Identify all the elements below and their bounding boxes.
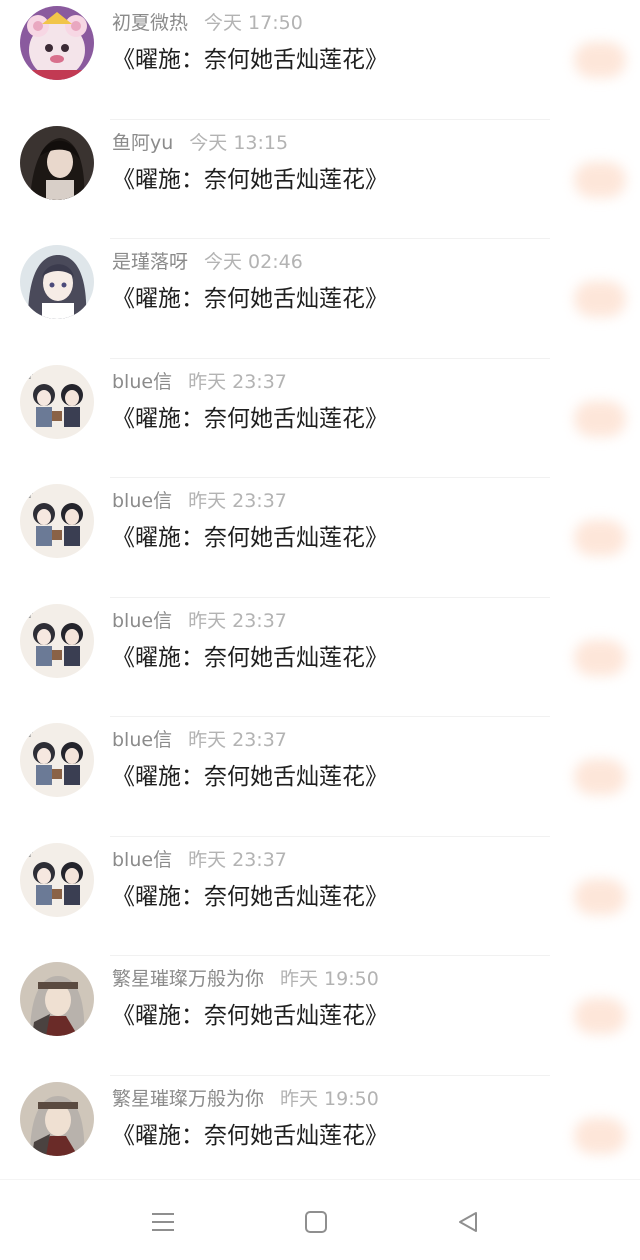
timestamp: 昨天 23:37 (188, 490, 287, 512)
timestamp: 昨天 19:50 (280, 968, 379, 990)
username[interactable]: blue信 (112, 610, 172, 632)
reward-badge[interactable] (574, 639, 626, 676)
reward-badge[interactable] (574, 400, 626, 437)
home-icon[interactable] (296, 1202, 336, 1242)
timestamp: 昨天 23:37 (188, 848, 287, 871)
timestamp: 昨天 23:37 (188, 609, 287, 632)
timestamp: 今天 17:50 (204, 12, 303, 34)
username[interactable]: 繁星璀璨万般为你 (112, 968, 264, 990)
message-meta: 是瑾落呀 今天 02:46 (112, 249, 303, 275)
list-item[interactable]: ♪ blue信 昨天 23:37 《曜施：奈何她舌灿莲花》 (0, 837, 640, 956)
message-text[interactable]: 《曜施：奈何她舌灿莲花》 (112, 1120, 388, 1152)
reward-badge[interactable] (574, 42, 626, 78)
svg-text:♪: ♪ (28, 611, 34, 621)
message-text[interactable]: 《曜施：奈何她舌灿莲花》 (112, 522, 388, 554)
avatar[interactable] (20, 245, 94, 319)
list-item[interactable]: 繁星璀璨万般为你 昨天 19:50 《曜施：奈何她舌灿莲花》 (0, 1076, 640, 1181)
username[interactable]: 初夏微热 (112, 12, 188, 34)
message-meta: blue信 昨天 23:37 (112, 488, 287, 514)
timestamp: 昨天 23:37 (188, 729, 287, 751)
list-item[interactable]: 鱼阿yu 今天 13:15 《曜施：奈何她舌灿莲花》 (0, 120, 640, 239)
username[interactable]: blue信 (112, 371, 172, 393)
avatar[interactable] (20, 1081, 94, 1156)
menu-icon[interactable] (143, 1202, 183, 1242)
svg-text:♪: ♪ (28, 491, 34, 501)
list-item[interactable]: ♪ blue信 昨天 23:37 《曜施：奈何她舌灿莲花》 (0, 717, 640, 837)
avatar[interactable] (20, 6, 94, 80)
avatar[interactable]: ♪ (20, 842, 94, 917)
svg-text:♪: ♪ (28, 372, 34, 382)
timestamp: 昨天 23:37 (188, 370, 287, 393)
back-icon[interactable] (448, 1202, 488, 1242)
message-meta: 初夏微热 今天 17:50 (112, 10, 303, 36)
reward-badge[interactable] (574, 520, 626, 556)
avatar[interactable]: ♪ (20, 723, 94, 797)
message-text[interactable]: 《曜施：奈何她舌灿莲花》 (112, 642, 388, 674)
list-item[interactable]: 是瑾落呀 今天 02:46 《曜施：奈何她舌灿莲花》 (0, 239, 640, 359)
message-text[interactable]: 《曜施：奈何她舌灿莲花》 (112, 283, 388, 315)
message-text[interactable]: 《曜施：奈何她舌灿莲花》 (112, 403, 388, 435)
message-meta: 繁星璀璨万般为你 昨天 19:50 (112, 966, 379, 992)
avatar[interactable]: ♪ (20, 364, 94, 439)
reward-badge[interactable] (574, 1117, 626, 1154)
username[interactable]: blue信 (112, 849, 172, 871)
svg-text:♪: ♪ (28, 850, 34, 860)
message-meta: blue信 昨天 23:37 (112, 608, 287, 634)
list-item[interactable]: 初夏微热 今天 17:50 《曜施：奈何她舌灿莲花》 (0, 0, 640, 120)
message-meta: blue信 昨天 23:37 (112, 847, 287, 873)
reward-badge[interactable] (574, 161, 626, 198)
username[interactable]: blue信 (112, 490, 172, 512)
reward-badge[interactable] (574, 759, 626, 795)
username[interactable]: 是瑾落呀 (112, 251, 188, 273)
message-meta: 鱼阿yu 今天 13:15 (112, 130, 288, 156)
avatar[interactable]: ♪ (20, 603, 94, 678)
message-text[interactable]: 《曜施：奈何她舌灿莲花》 (112, 44, 388, 76)
username[interactable]: 繁星璀璨万般为你 (112, 1088, 264, 1110)
avatar[interactable] (20, 125, 94, 200)
username[interactable]: blue信 (112, 729, 172, 751)
list-item[interactable]: ♪ blue信 昨天 23:37 《曜施：奈何她舌灿莲花》 (0, 359, 640, 478)
svg-text:♪: ♪ (28, 730, 34, 740)
timestamp: 今天 02:46 (204, 251, 303, 273)
message-meta: blue信 昨天 23:37 (112, 369, 287, 395)
message-list: 初夏微热 今天 17:50 《曜施：奈何她舌灿莲花》 鱼阿yu 今天 13:15 《… (0, 0, 640, 1180)
timestamp: 昨天 19:50 (280, 1087, 379, 1110)
avatar[interactable]: ♪ (20, 484, 94, 558)
list-item[interactable]: 繁星璀璨万般为你 昨天 19:50 《曜施：奈何她舌灿莲花》 (0, 956, 640, 1076)
message-meta: blue信 昨天 23:37 (112, 727, 287, 753)
system-navigation-bar (0, 1179, 640, 1260)
reward-badge[interactable] (574, 998, 626, 1034)
message-text[interactable]: 《曜施：奈何她舌灿莲花》 (112, 1000, 388, 1032)
avatar[interactable] (20, 962, 94, 1036)
username[interactable]: 鱼阿yu (112, 132, 173, 154)
list-item[interactable]: ♪ blue信 昨天 23:37 《曜施：奈何她舌灿莲花》 (0, 598, 640, 717)
list-item[interactable]: ♪ blue信 昨天 23:37 《曜施：奈何她舌灿莲花》 (0, 478, 640, 598)
message-text[interactable]: 《曜施：奈何她舌灿莲花》 (112, 761, 388, 793)
message-meta: 繁星璀璨万般为你 昨天 19:50 (112, 1086, 379, 1112)
reward-badge[interactable] (574, 878, 626, 915)
message-text[interactable]: 《曜施：奈何她舌灿莲花》 (112, 164, 388, 196)
timestamp: 今天 13:15 (189, 131, 289, 154)
reward-badge[interactable] (574, 281, 626, 317)
message-text[interactable]: 《曜施：奈何她舌灿莲花》 (112, 881, 388, 913)
